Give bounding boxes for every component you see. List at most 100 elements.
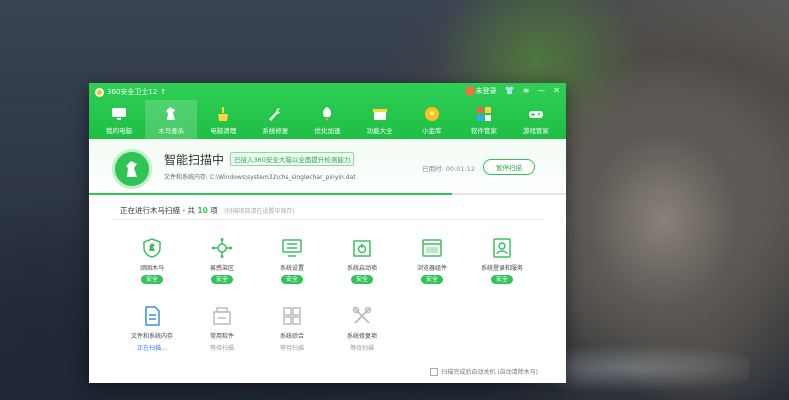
status-hint: (扫描项目请在设置中保存) [224,208,295,215]
scan-items-row: 顽固木马 安全 易感染区 安全 系统设置 安全 系统启动项 安全 浏览器组件 安… [117,233,547,301]
nav-label: 木马查杀 [158,127,185,135]
nav-item-repair[interactable]: 系统修复 [249,100,301,139]
status-waiting: 等待扫描 [349,345,374,352]
scan-item-label: 常用软件 [209,333,234,340]
nav-item-my-computer[interactable]: 我的电脑 [93,100,145,139]
nav-label: 小金库 [421,127,442,135]
scan-status: 正在进行木马扫描 - 共 10 项 (扫描项目请在设置中保存) [120,205,295,216]
scan-header: 智能扫描中 已接入360安全大脑以全面提升检测能力 文件和系统内存: C:\Wi… [89,139,566,195]
status-badge: 安全 [490,275,513,284]
status-scanning: 正在扫描... [137,345,167,352]
app-window: 360安全卫士12 ↑ 未登录 👕 ≡ — ✕ 我的电脑 木马查杀 电脑清理 系… [89,83,566,383]
scan-item-label: 系统登录和服务 [480,265,523,272]
scan-item: 系统启动项 安全 [327,233,397,301]
scan-item-label: 易感染区 [209,265,234,272]
wrench-icon [267,106,283,122]
scan-progress-bar [89,193,566,195]
upgrade-arrow-icon[interactable]: ↑ [160,88,166,96]
repair-icon [351,305,373,327]
scan-item: 常用软件 等待扫描 [187,301,257,369]
ai-brain-tag[interactable]: 已接入360安全大脑以全面提升检测能力 [230,152,355,166]
nav-label: 功能大全 [366,127,393,135]
status-badge: 安全 [350,275,373,284]
nav-item-speedup[interactable]: 优化加速 [301,100,353,139]
nav-label: 优化加速 [314,127,341,135]
status-badge: 安全 [140,275,163,284]
menu-icon[interactable]: ≡ [523,86,530,96]
nav-label: 游戏管家 [522,127,549,135]
status-suffix: 项 [210,206,218,215]
nav-item-cleanup[interactable]: 电脑清理 [197,100,249,139]
auto-shutdown-checkbox[interactable] [430,367,439,376]
scan-item: 系统修复项 等待扫描 [327,301,397,369]
broom-icon [215,106,231,122]
shield-icon [141,237,163,259]
horse-icon [163,106,179,122]
status-badge: 安全 [280,275,303,284]
nav-label: 我的电脑 [106,127,133,135]
app-logo-icon [95,87,104,97]
nav-item-vault[interactable]: ¥ 小金库 [406,100,458,139]
scan-progress-fill [89,193,452,195]
nav-item-software[interactable]: 软件管家 [458,100,510,139]
skin-icon[interactable]: 👕 [505,86,515,96]
status-count: 10 [197,206,208,215]
pause-scan-button[interactable]: 暂停扫描 [483,159,535,175]
nav-item-features[interactable]: 功能大全 [354,100,406,139]
rocket-icon [319,106,335,122]
nav-label: 系统修复 [262,127,289,135]
auto-shutdown-label: 扫描完成后自动关机 (自动清除木马) [441,369,538,376]
titlebar: 360安全卫士12 ↑ 未登录 👕 ≡ — ✕ 我的电脑 木马查杀 电脑清理 系… [89,83,566,139]
scan-item-label: 系统启动项 [346,265,377,272]
scan-items-grid: 顽固木马 安全 易感染区 安全 系统设置 安全 系统启动项 安全 浏览器组件 安… [117,233,547,369]
elapsed-time: 已用时: 00:01:12 [422,165,475,173]
nav-label: 软件管家 [470,127,497,135]
scan-item: 顽固木马 安全 [117,233,187,301]
file-icon [141,305,163,327]
scan-item-label: 文件和系统内存 [130,333,173,340]
box-icon [372,106,388,122]
title-controls: 未登录 👕 ≡ — ✕ [465,86,560,96]
scan-item: 浏览器组件 安全 [397,233,467,301]
status-waiting: 等待扫描 [209,345,234,352]
login-icon [491,237,513,259]
close-icon[interactable]: ✕ [553,86,560,96]
current-file: 文件和系统内存: C:\Windows\system32\chs_singlec… [164,174,356,181]
main-nav: 我的电脑 木马查杀 电脑清理 系统修复 优化加速 功能大全 ¥ 小金库 软件管家… [93,100,562,139]
svg-text:¥: ¥ [429,110,434,119]
nav-item-trojan-scan[interactable]: 木马查杀 [145,100,198,139]
status-prefix: 正在进行木马扫描 - 共 [120,206,195,215]
scan-item: 易感染区 安全 [187,233,257,301]
scan-items-row: 文件和系统内存 正在扫描... 常用软件 等待扫描 系统综合 等待扫描 系统修复… [117,301,547,369]
scan-item-label: 浏览器组件 [416,265,447,272]
minimize-icon[interactable]: — [537,86,545,96]
avatar-icon [465,87,474,95]
startup-icon [351,237,373,259]
browser-icon [421,237,443,259]
scan-item: 系统登录和服务 安全 [467,233,537,301]
scan-item-label: 系统修复项 [346,333,377,340]
status-badge: 安全 [210,275,233,284]
monitor-icon [111,106,127,122]
scan-item: 系统综合 等待扫描 [257,301,327,369]
coin-icon: ¥ [424,106,440,122]
app-title: 360安全卫士12 [107,88,158,96]
nav-label: 电脑清理 [210,127,237,135]
scan-shield-icon [112,149,152,189]
auto-shutdown-option[interactable]: 扫描完成后自动关机 (自动清除木马) [430,367,538,376]
divider [111,219,544,220]
nav-item-games[interactable]: 游戏管家 [510,100,562,139]
status-waiting: 等待扫描 [279,345,304,352]
software-icon [211,305,233,327]
apps-icon [476,106,492,122]
login-button[interactable]: 未登录 [465,86,497,96]
login-label: 未登录 [475,87,497,95]
scan-item-label: 系统设置 [279,265,304,272]
status-badge: 安全 [420,275,443,284]
windows-icon [281,305,303,327]
virus-icon [211,237,233,259]
scan-title: 智能扫描中 [164,153,225,167]
scan-item-label: 系统综合 [279,333,304,340]
title-area: 360安全卫士12 ↑ [95,87,166,97]
scan-item: 文件和系统内存 正在扫描... [117,301,187,369]
